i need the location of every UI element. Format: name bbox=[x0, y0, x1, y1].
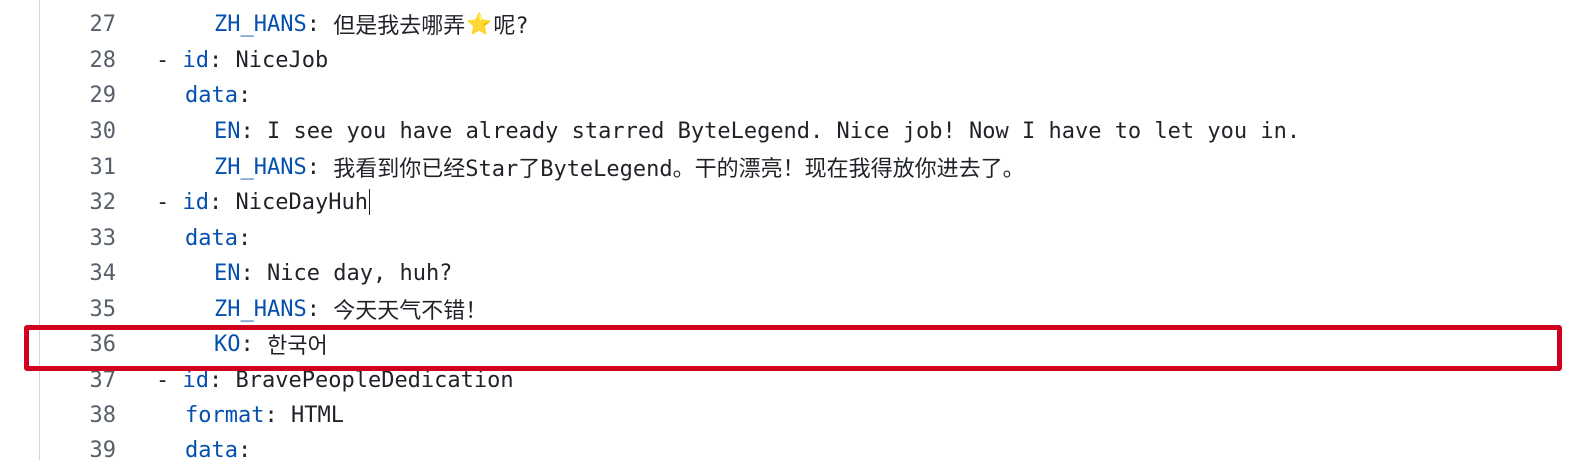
code-line-38[interactable]: 38 format: HTML bbox=[0, 397, 1586, 433]
yaml-value: Nice day, huh? bbox=[267, 260, 453, 286]
code-line-32[interactable]: 32 - id: NiceDayHuh bbox=[0, 184, 1586, 220]
yaml-key: EN bbox=[214, 260, 241, 286]
yaml-value: 我看到你已经Star了ByteLegend。干的漂亮！现在我得放你进去了。 bbox=[333, 157, 1025, 182]
yaml-value-tail: 呢? bbox=[493, 14, 529, 39]
yaml-separator: : bbox=[237, 437, 252, 460]
yaml-separator: : bbox=[306, 154, 334, 180]
code-text: ZH_HANS: 我看到你已经Star了ByteLegend。干的漂亮！现在我得… bbox=[214, 151, 1025, 183]
code-editor[interactable]: 27 ZH_HANS: 但是我去哪弄 ⭐ 呢? 28 - id: NiceJob 2… bbox=[0, 0, 1586, 460]
yaml-value: 今天天气不错！ bbox=[333, 299, 488, 324]
list-dash: - bbox=[156, 189, 183, 215]
line-number: 29 bbox=[89, 82, 117, 108]
code-line-30[interactable]: 30 EN: I see you have already starred By… bbox=[0, 113, 1586, 149]
yaml-separator: : bbox=[240, 118, 267, 144]
line-number: 36 bbox=[89, 331, 117, 357]
line-number: 37 bbox=[89, 367, 117, 393]
yaml-value: BravePeopleDedication bbox=[235, 367, 514, 393]
yaml-key: data bbox=[185, 82, 238, 108]
line-number: 38 bbox=[89, 402, 117, 428]
yaml-key: EN bbox=[214, 118, 241, 144]
code-line-28[interactable]: 28 - id: NiceJob bbox=[0, 42, 1586, 78]
code-line-31[interactable]: 31 ZH_HANS: 我看到你已经Star了ByteLegend。干的漂亮！现… bbox=[0, 149, 1586, 185]
yaml-separator: : bbox=[306, 296, 334, 322]
line-number: 34 bbox=[89, 260, 117, 286]
yaml-key: data bbox=[185, 437, 238, 460]
code-text: data: bbox=[185, 438, 251, 460]
code-line-36[interactable]: 36 KO: 한국어 bbox=[0, 326, 1586, 362]
code-text: EN: Nice day, huh? bbox=[214, 261, 452, 286]
text-caret bbox=[368, 189, 371, 215]
code-text: format: HTML bbox=[185, 403, 344, 428]
line-number: 31 bbox=[89, 154, 117, 180]
yaml-value: 但是我去哪弄 bbox=[333, 14, 466, 39]
line-number: 30 bbox=[89, 118, 117, 144]
yaml-separator: : bbox=[209, 189, 236, 215]
code-text: ZH_HANS: 今天天气不错！ bbox=[214, 293, 487, 325]
yaml-separator: : bbox=[264, 402, 291, 428]
yaml-value: 한국어 bbox=[267, 334, 328, 359]
yaml-key: ZH_HANS bbox=[214, 11, 307, 37]
yaml-separator: : bbox=[209, 47, 236, 73]
line-number: 35 bbox=[89, 296, 117, 322]
yaml-key: format bbox=[185, 402, 265, 428]
yaml-separator: : bbox=[237, 82, 252, 108]
code-text: - id: BravePeopleDedication bbox=[156, 368, 514, 393]
yaml-value: NiceDayHuh bbox=[235, 189, 368, 215]
line-number: 28 bbox=[89, 47, 117, 73]
yaml-separator: : bbox=[240, 331, 267, 357]
code-text: data: bbox=[185, 226, 251, 251]
yaml-key: data bbox=[185, 225, 238, 251]
code-text: data: bbox=[185, 83, 251, 108]
list-dash: - bbox=[156, 367, 183, 393]
code-text: EN: I see you have already starred ByteL… bbox=[214, 119, 1300, 144]
yaml-separator: : bbox=[209, 367, 236, 393]
star-icon: ⭐ bbox=[466, 11, 493, 36]
yaml-value: HTML bbox=[290, 402, 344, 428]
code-line-33[interactable]: 33 data: bbox=[0, 220, 1586, 256]
line-number: 39 bbox=[89, 437, 117, 460]
yaml-separator: : bbox=[237, 225, 252, 251]
yaml-value: NiceJob bbox=[235, 47, 329, 73]
yaml-value: I see you have already starred ByteLegen… bbox=[267, 118, 1301, 144]
yaml-key: id bbox=[182, 189, 210, 215]
line-number: 33 bbox=[89, 225, 117, 251]
yaml-separator: : bbox=[306, 11, 334, 37]
code-text: KO: 한국어 bbox=[214, 328, 328, 360]
code-line-35[interactable]: 35 ZH_HANS: 今天天气不错！ bbox=[0, 291, 1586, 327]
list-dash: - bbox=[156, 47, 183, 73]
code-line-34[interactable]: 34 EN: Nice day, huh? bbox=[0, 255, 1586, 291]
code-line-39[interactable]: 39 data: bbox=[0, 432, 1586, 460]
yaml-key: id bbox=[182, 47, 210, 73]
code-line-27[interactable]: 27 ZH_HANS: 但是我去哪弄 ⭐ 呢? bbox=[0, 6, 1586, 42]
yaml-key: ZH_HANS bbox=[214, 154, 307, 180]
yaml-key: ZH_HANS bbox=[214, 296, 307, 322]
yaml-key: id bbox=[182, 367, 210, 393]
code-text: - id: NiceJob bbox=[156, 48, 328, 73]
code-text: - id: NiceDayHuh bbox=[156, 189, 371, 215]
yaml-key: KO bbox=[214, 331, 241, 357]
code-line-29[interactable]: 29 data: bbox=[0, 77, 1586, 113]
line-number: 32 bbox=[89, 189, 117, 215]
code-text: ZH_HANS: 但是我去哪弄 ⭐ 呢? bbox=[214, 8, 529, 40]
line-number: 27 bbox=[89, 11, 117, 37]
yaml-separator: : bbox=[240, 260, 267, 286]
code-line-37[interactable]: 37 - id: BravePeopleDedication bbox=[0, 362, 1586, 398]
